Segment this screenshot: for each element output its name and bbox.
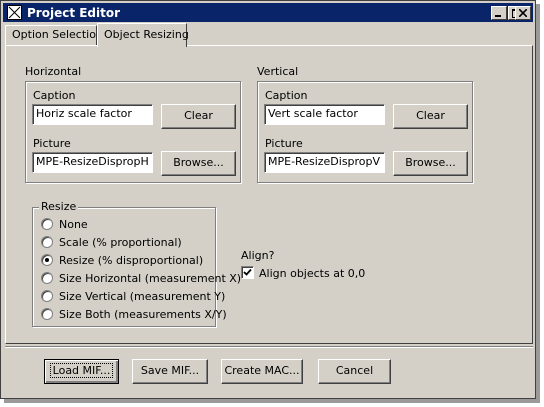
cancel-button[interactable]: Cancel: [318, 359, 391, 384]
close-button[interactable]: [515, 6, 531, 20]
radio-button[interactable]: [41, 308, 53, 320]
horizontal-caption-input[interactable]: Horiz scale factor: [32, 104, 153, 125]
vertical-caption-input[interactable]: Vert scale factor: [264, 104, 385, 125]
vertical-picture-label: Picture: [265, 137, 303, 150]
vertical-clear-label: Clear: [416, 109, 445, 122]
resize-option-size-horizontal[interactable]: Size Horizontal (measurement X): [41, 271, 241, 287]
minimize-button[interactable]: [491, 6, 507, 20]
checkmark-icon: [243, 268, 252, 276]
load-mif-button[interactable]: Load MIF...: [44, 359, 119, 384]
save-mif-button[interactable]: Save MIF...: [132, 359, 208, 384]
project-editor-window: Project Editor Option Selection Object R…: [0, 0, 536, 399]
tab-strip: Option Selection Object Resizing: [5, 23, 533, 47]
horizontal-caption-label: Caption: [33, 89, 76, 102]
close-icon: [519, 9, 527, 17]
radio-button[interactable]: [41, 236, 53, 248]
radio-label: Size Vertical (measurement Y): [59, 290, 226, 303]
radio-button[interactable]: [41, 218, 53, 230]
horizontal-picture-label: Picture: [33, 137, 71, 150]
radio-label: Size Both (measurements X/Y): [59, 308, 227, 321]
vertical-clear-button[interactable]: Clear: [393, 104, 468, 129]
radio-label: None: [59, 218, 88, 231]
radio-label: Resize (% disproportional): [59, 254, 204, 267]
tab-label: Option Selection: [12, 28, 103, 41]
radio-button[interactable]: [41, 272, 53, 284]
align-heading: Align?: [241, 249, 275, 262]
tab-option-selection[interactable]: Option Selection: [5, 25, 103, 45]
vertical-picture-input[interactable]: MPE-ResizeDispropV: [264, 152, 385, 173]
vertical-caption-label: Caption: [265, 89, 308, 102]
app-icon: [7, 5, 22, 20]
resize-option-resize[interactable]: Resize (% disproportional): [41, 253, 211, 269]
resize-option-size-vertical[interactable]: Size Vertical (measurement Y): [41, 289, 225, 305]
cancel-label: Cancel: [335, 364, 374, 377]
radio-button-selected[interactable]: [41, 254, 53, 266]
radio-dot: [45, 258, 49, 262]
load-mif-label: Load MIF...: [49, 363, 114, 378]
horizontal-clear-button[interactable]: Clear: [161, 104, 236, 129]
horizontal-picture-input[interactable]: MPE-ResizeDispropH: [32, 152, 153, 173]
minimize-icon: [495, 15, 501, 17]
radio-label: Scale (% proportional): [59, 236, 182, 249]
align-checkbox[interactable]: [241, 266, 254, 279]
create-mac-label: Create MAC...: [224, 364, 300, 377]
radio-label: Size Horizontal (measurement X): [59, 272, 242, 285]
footer-separator: [5, 346, 533, 348]
horizontal-browse-label: Browse...: [173, 156, 224, 169]
vertical-browse-label: Browse...: [405, 156, 456, 169]
horizontal-heading: Horizontal: [25, 65, 82, 78]
resize-legend: Resize: [39, 200, 79, 213]
resize-option-scale[interactable]: Scale (% proportional): [41, 235, 211, 251]
horizontal-clear-label: Clear: [184, 109, 213, 122]
create-mac-button[interactable]: Create MAC...: [221, 359, 303, 384]
vertical-browse-button[interactable]: Browse...: [393, 151, 468, 176]
align-checkbox-label: Align objects at 0,0: [259, 267, 366, 280]
tab-object-resizing[interactable]: Object Resizing: [97, 23, 189, 47]
radio-button[interactable]: [41, 290, 53, 302]
save-mif-label: Save MIF...: [140, 364, 200, 377]
title-bar[interactable]: Project Editor: [3, 3, 533, 22]
resize-option-none[interactable]: None: [41, 217, 211, 233]
horizontal-browse-button[interactable]: Browse...: [161, 151, 236, 176]
window-title: Project Editor: [27, 6, 121, 20]
tab-label: Object Resizing: [104, 28, 189, 41]
resize-option-size-both[interactable]: Size Both (measurements X/Y): [41, 307, 227, 323]
vertical-heading: Vertical: [257, 65, 299, 78]
align-checkbox-row[interactable]: Align objects at 0,0: [241, 265, 371, 281]
